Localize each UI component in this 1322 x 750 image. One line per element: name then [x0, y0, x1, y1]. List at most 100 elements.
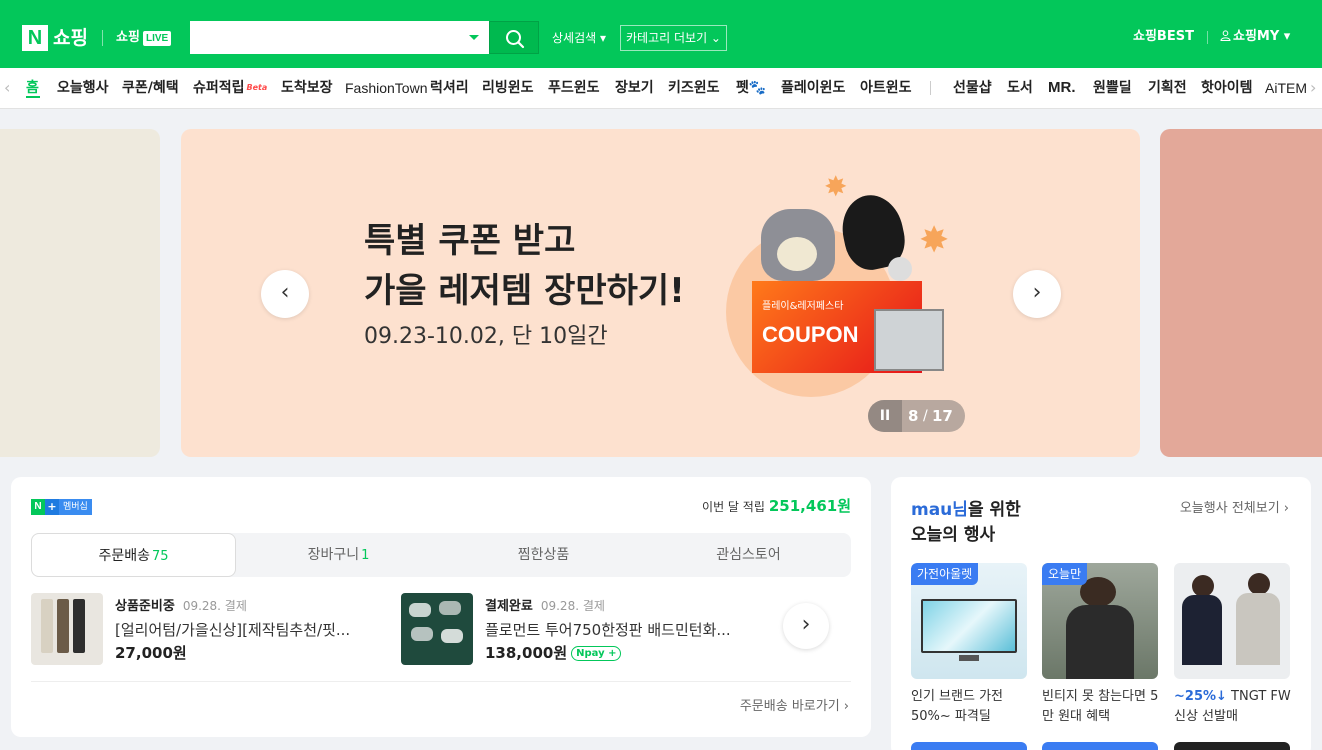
event-description: 인기 브랜드 가전 50%~ 파격딜 [911, 689, 1003, 724]
order-price: 138,000원 Npay + [485, 643, 622, 663]
nav-item-coupons[interactable]: 쿠폰/혜택 [122, 79, 179, 97]
event-image: 가전아울렛 [911, 563, 1027, 679]
tab-cart-count: 1 [361, 548, 370, 563]
live-badge[interactable]: LIVE [143, 31, 172, 46]
shopping-my-label: 쇼핑MY ▾ [1233, 29, 1291, 44]
events-user-name: mau님 [911, 500, 968, 520]
next-row-peek [1042, 742, 1158, 750]
nav-item-aitem[interactable]: AiTEM [1265, 79, 1307, 97]
tab-orders[interactable]: 주문배송 75 [31, 533, 236, 577]
search-dropdown-caret-icon[interactable] [469, 35, 479, 40]
category-more-button[interactable]: 카테고리 더보기 ⌄ [620, 25, 727, 51]
coupon-text: COUPON [762, 322, 859, 347]
banner-title-line1: 특별 쿠폰 받고 [364, 221, 576, 261]
event-tag: 가전아울렛 [911, 563, 979, 585]
banner-date: 09.23-10.02, 단 10일간 [364, 324, 608, 349]
order-summary-card: N + 멤버십 이번 달 적립 251,461원 주문배송 75 장바구니 1 찜한상… [11, 477, 871, 737]
nav-item-super-points[interactable]: 슈퍼적립 Beta [193, 79, 267, 97]
naver-plus-membership-badge[interactable]: N + 멤버십 [31, 499, 92, 515]
product-thumbnail [401, 593, 473, 665]
order-item[interactable]: 상품준비중 09.28. 결제 [얼리어텀/가을신상][제작팀추천/핏... 27… [31, 593, 391, 665]
nav-scroll-left-icon[interactable]: ‹ [4, 78, 10, 98]
shopping-best-link[interactable]: 쇼핑BEST [1133, 29, 1194, 45]
pause-button[interactable]: II [868, 400, 902, 432]
nav-item-living-window[interactable]: 리빙윈도 [482, 79, 534, 97]
nav-item-guaranteed-delivery[interactable]: 도착보장 [281, 79, 333, 97]
nav-item-kids-window[interactable]: 키즈윈도 [668, 79, 720, 97]
nav-item-gift-shop[interactable]: 선물샵 [953, 79, 992, 97]
points-label: 이번 달 적립 [702, 500, 765, 514]
order-status: 결제완료 09.28. 결제 [485, 598, 605, 615]
tab-cart[interactable]: 장바구니 1 [236, 533, 441, 577]
search-icon [506, 30, 525, 49]
monthly-points[interactable]: 이번 달 적립 251,461원 [702, 497, 851, 516]
sparkle-icon: ✸ [919, 220, 950, 261]
nav-item-fashiontown[interactable]: FashionTown [345, 79, 428, 97]
camping-grill-image [874, 309, 944, 371]
npay-badge: Npay + [571, 646, 622, 661]
shopping-my-menu[interactable]: 쇼핑MY ▾ [1220, 29, 1290, 45]
np-label: 멤버십 [59, 499, 92, 515]
naver-logo-icon[interactable]: N [22, 25, 48, 51]
order-status-label: 상품준비중 [115, 599, 175, 614]
nav-item-grocery[interactable]: 장보기 [615, 79, 654, 97]
shopping-live-link[interactable]: 쇼핑 [116, 30, 140, 46]
nav-item-books[interactable]: 도서 [1007, 79, 1033, 97]
tab-favorite-stores-label: 관심스토어 [716, 547, 781, 563]
nav-item-play-window[interactable]: 플레이윈도 [781, 79, 845, 97]
order-tracking-link[interactable]: 주문배송 바로가기 › [740, 699, 849, 715]
nav-item-art-window[interactable]: 아트윈도 [860, 79, 912, 97]
order-item[interactable]: 결제완료 09.28. 결제 플로먼트 투어750한정판 배드민턴화... 138… [401, 593, 771, 665]
logo-divider [102, 30, 103, 46]
search-input[interactable] [190, 21, 460, 54]
nav-item-pet[interactable]: 펫🐾 [736, 79, 766, 97]
event-description: ~25%↓ TNGT FW 신상 선발매 [1174, 687, 1294, 727]
tab-orders-label: 주문배송 [98, 548, 150, 564]
nav-item-exhibitions[interactable]: 기획전 [1148, 79, 1187, 97]
prev-slide-peek[interactable] [0, 129, 160, 457]
shopping-logo-text[interactable]: 쇼핑 [53, 26, 88, 50]
banner-prev-button[interactable]: ‹ [261, 270, 309, 318]
points-value: 251,461원 [768, 497, 851, 515]
coupon-subtitle: 플레이&레저페스타 [762, 301, 844, 312]
event-description: 빈티지 못 참는다면 5만 원대 혜택 [1042, 689, 1159, 724]
today-events-card: mau님을 위한 오늘의 행사 오늘행사 전체보기 › 가전아울렛 인기 브랜드… [891, 477, 1311, 750]
main-banner[interactable]: 특별 쿠폰 받고 가을 레저템 장만하기! 09.23-10.02, 단 10일… [181, 129, 1140, 457]
order-product-name[interactable]: 플로먼트 투어750한정판 배드민턴화... [485, 620, 755, 640]
tab-favorite-stores[interactable]: 관심스토어 [646, 533, 851, 577]
nav-item-luxury[interactable]: 럭셔리 [430, 79, 469, 97]
nav-item-today-deals[interactable]: 오늘행사 [57, 79, 109, 97]
next-slide-peek[interactable] [1160, 129, 1322, 457]
events-view-all-link[interactable]: 오늘행사 전체보기 › [1180, 501, 1289, 517]
nav-active-underline [26, 96, 40, 98]
order-date: 09.28. 결제 [182, 599, 247, 613]
banner-next-button[interactable]: › [1013, 270, 1061, 318]
events-title: mau님을 위한 [911, 499, 1021, 521]
user-icon [1220, 30, 1231, 41]
event-image: 오늘만 [1042, 563, 1158, 679]
order-date: 09.28. 결제 [540, 599, 605, 613]
events-title-line2: 오늘의 행사 [911, 525, 996, 545]
advanced-search-button[interactable]: 상세검색 ▾ [552, 30, 606, 46]
top-header: N 쇼핑 쇼핑 LIVE 상세검색 ▾ 카테고리 더보기 ⌄ 쇼핑BEST 쇼핑… [0, 0, 1322, 68]
tab-wishlist[interactable]: 찜한상품 [441, 533, 646, 577]
nav-scroll-right-icon[interactable]: › [1310, 78, 1322, 98]
nav-item-one-plus-deal[interactable]: 원쁠딜 [1093, 79, 1132, 97]
nav-item-mr[interactable]: MR. [1048, 79, 1076, 97]
header-divider [1207, 31, 1208, 44]
event-tag: 오늘만 [1042, 563, 1088, 585]
golf-ball-image [888, 257, 912, 281]
order-product-name[interactable]: [얼리어텀/가을신상][제작팀추천/핏... [115, 620, 385, 640]
nav-item-hot-items[interactable]: 핫아이템 [1201, 79, 1253, 97]
nav-divider [930, 81, 931, 95]
order-price-value: 138,000원 [485, 644, 568, 662]
nav-item-food-window[interactable]: 푸드윈도 [548, 79, 600, 97]
event-image [1174, 563, 1290, 679]
orders-next-button[interactable]: › [783, 603, 829, 649]
slide-counter: II 8 / 17 [868, 400, 965, 432]
search-button[interactable] [489, 21, 539, 54]
product-thumbnail [31, 593, 103, 665]
nav-item-home[interactable]: 홈 [26, 79, 39, 97]
slide-total: 17 [932, 407, 953, 425]
order-price: 27,000원 [115, 644, 187, 662]
